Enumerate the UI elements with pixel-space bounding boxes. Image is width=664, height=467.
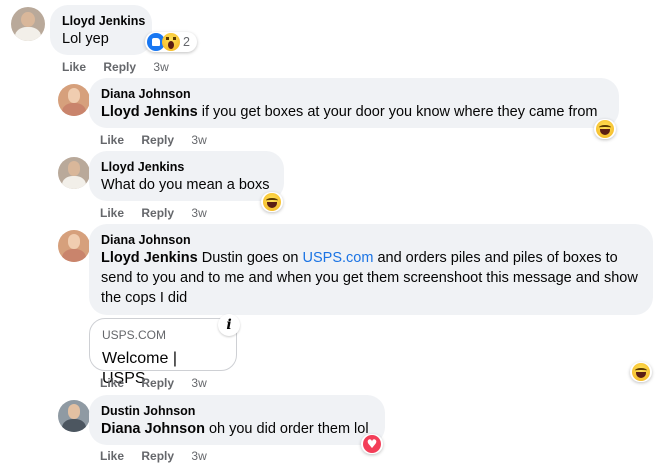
comment-timestamp[interactable]: 3w: [191, 206, 206, 220]
avatar[interactable]: [58, 400, 90, 432]
reply-button[interactable]: Reply: [103, 60, 136, 74]
like-button[interactable]: Like: [100, 206, 124, 220]
comment-bubble: Dustin Johnson Diana Johnson oh you did …: [89, 395, 385, 445]
like-button[interactable]: Like: [100, 449, 124, 463]
comment-author[interactable]: Lloyd Jenkins: [62, 13, 145, 29]
comment-timestamp[interactable]: 3w: [153, 60, 168, 74]
comment-text: What do you mean a boxs: [101, 177, 270, 193]
reaction-summary[interactable]: [361, 434, 383, 454]
like-button[interactable]: Like: [62, 60, 86, 74]
comment-bubble: Diana Johnson Lloyd Jenkins Dustin goes …: [89, 224, 653, 315]
comment-timestamp[interactable]: 3w: [191, 133, 206, 147]
reply-button[interactable]: Reply: [141, 376, 174, 390]
avatar[interactable]: [58, 84, 90, 116]
comment-actions: Like Reply 3w: [62, 60, 183, 74]
comment-timestamp[interactable]: 3w: [191, 376, 206, 390]
info-icon[interactable]: i: [218, 314, 240, 336]
comment-author[interactable]: Lloyd Jenkins: [101, 159, 272, 175]
haha-icon: [263, 193, 281, 211]
avatar[interactable]: [58, 157, 90, 189]
comment-bubble: Lloyd Jenkins What do you mean a boxs: [89, 151, 284, 201]
love-icon: [363, 435, 381, 453]
avatar[interactable]: [58, 230, 90, 262]
link-preview[interactable]: USPS.COM Welcome | USPS: [89, 318, 237, 387]
comment-actions: Like Reply 3w: [100, 376, 221, 390]
comment-bubble: Lloyd Jenkins Lol yep: [50, 5, 152, 55]
comment-actions: Like Reply 3w: [100, 206, 221, 220]
comment-text: Lloyd Jenkins Dustin goes on USPS.com an…: [101, 250, 638, 306]
mention[interactable]: Lloyd Jenkins: [101, 104, 198, 120]
link-preview-domain: USPS.COM: [102, 328, 167, 342]
wow-icon: [162, 33, 180, 51]
reaction-summary[interactable]: [594, 119, 616, 139]
comment-actions: Like Reply 3w: [100, 133, 221, 147]
comment-bubble: Diana Johnson Lloyd Jenkins if you get b…: [89, 78, 619, 128]
comment-text: Lol yep: [62, 31, 109, 47]
comment-actions: Like Reply 3w: [100, 449, 221, 463]
comment-author[interactable]: Dustin Johnson: [101, 403, 373, 419]
comment-author[interactable]: Diana Johnson: [101, 86, 607, 102]
like-button[interactable]: Like: [100, 376, 124, 390]
haha-icon: [632, 363, 650, 381]
like-button[interactable]: Like: [100, 133, 124, 147]
reply-button[interactable]: Reply: [141, 449, 174, 463]
haha-icon: [596, 120, 614, 138]
comment-timestamp[interactable]: 3w: [191, 449, 206, 463]
reaction-summary[interactable]: [630, 362, 652, 382]
comment-text: Lloyd Jenkins if you get boxes at your d…: [101, 104, 598, 120]
avatar[interactable]: [11, 7, 45, 41]
reaction-summary[interactable]: [261, 192, 283, 212]
comment-author[interactable]: Diana Johnson: [101, 232, 641, 248]
reply-button[interactable]: Reply: [141, 133, 174, 147]
mention[interactable]: Diana Johnson: [101, 421, 205, 437]
reply-button[interactable]: Reply: [141, 206, 174, 220]
mention[interactable]: Lloyd Jenkins: [101, 250, 198, 266]
reaction-summary[interactable]: 2: [145, 32, 197, 52]
link[interactable]: USPS.com: [303, 250, 374, 266]
comment-text: Diana Johnson oh you did order them lol: [101, 421, 369, 437]
reaction-count: 2: [183, 35, 190, 49]
